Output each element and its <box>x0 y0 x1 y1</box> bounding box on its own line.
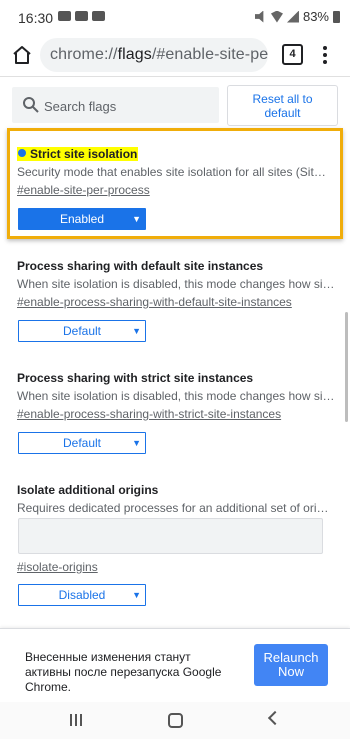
dropdown-arrow-icon: ▼ <box>132 214 141 224</box>
flag-state-select[interactable]: Enabled ▼ <box>18 208 146 230</box>
dropdown-arrow-icon: ▼ <box>132 326 141 336</box>
scrollbar[interactable] <box>345 312 348 422</box>
flag-link[interactable]: #enable-process-sharing-with-default-sit… <box>17 295 292 309</box>
reset-all-button[interactable]: Reset all to default <box>227 85 338 126</box>
more-options-button[interactable] <box>320 43 330 67</box>
flag-link[interactable]: #enable-site-per-process <box>17 183 150 197</box>
status-indicators: 83% <box>254 9 340 24</box>
status-bar: 16:30 83% <box>0 0 350 34</box>
system-nav-bar <box>0 702 350 739</box>
flag-state-select[interactable]: Default ▼ <box>18 432 146 454</box>
flag-title: Process sharing with default site instan… <box>17 259 264 273</box>
mute-icon <box>254 10 264 23</box>
flags-search-row: Reset all to default <box>0 76 350 135</box>
notification-icons <box>58 11 105 21</box>
recent-apps-icon[interactable] <box>70 714 84 726</box>
youtube-icon <box>92 11 105 21</box>
home-button[interactable] <box>10 43 34 67</box>
changed-dot-icon <box>18 149 26 157</box>
back-icon[interactable] <box>267 710 283 726</box>
battery-icon <box>333 10 340 23</box>
address-bar[interactable]: chrome://flags/#enable-site-per <box>40 38 268 72</box>
flag-title: Process sharing with strict site instanc… <box>17 371 254 385</box>
home-icon <box>13 46 31 64</box>
browser-toolbar: chrome://flags/#enable-site-per 4 <box>0 34 350 76</box>
flag-link[interactable]: #isolate-origins <box>17 560 98 574</box>
tab-switcher-button[interactable]: 4 <box>282 44 303 65</box>
cloud-icon <box>58 11 71 21</box>
flag-state-select[interactable]: Disabled ▼ <box>18 584 146 606</box>
flag-description: Security mode that enables site isolatio… <box>17 165 327 179</box>
flag-title: Isolate additional origins <box>17 483 159 497</box>
origins-text-input[interactable] <box>18 518 323 554</box>
flag-description: When site isolation is disabled, this mo… <box>17 389 335 403</box>
relaunch-message: Внесенные изменения станут активны после… <box>25 650 222 694</box>
relaunch-bar: Внесенные изменения станут активны после… <box>0 628 350 703</box>
flag-title: Strict site isolation <box>17 147 139 161</box>
search-icon <box>23 97 39 113</box>
flag-link[interactable]: #enable-process-sharing-with-strict-site… <box>17 407 281 421</box>
url-text: chrome://flags/#enable-site-per <box>50 46 268 63</box>
search-input[interactable] <box>42 87 216 125</box>
relaunch-button[interactable]: Relaunch Now <box>254 644 328 686</box>
home-nav-icon[interactable] <box>168 713 183 728</box>
signal-icon <box>286 10 299 23</box>
search-box[interactable] <box>12 87 219 125</box>
status-time: 16:30 <box>18 10 54 26</box>
dropdown-arrow-icon: ▼ <box>132 590 141 600</box>
image-icon <box>75 11 88 21</box>
flag-description: Requires dedicated processes for an addi… <box>17 501 335 515</box>
dropdown-arrow-icon: ▼ <box>132 438 141 448</box>
wifi-icon <box>270 10 283 23</box>
battery-percent: 83% <box>302 9 329 24</box>
flag-state-select[interactable]: Default ▼ <box>18 320 146 342</box>
flag-description: When site isolation is disabled, this mo… <box>17 277 335 291</box>
